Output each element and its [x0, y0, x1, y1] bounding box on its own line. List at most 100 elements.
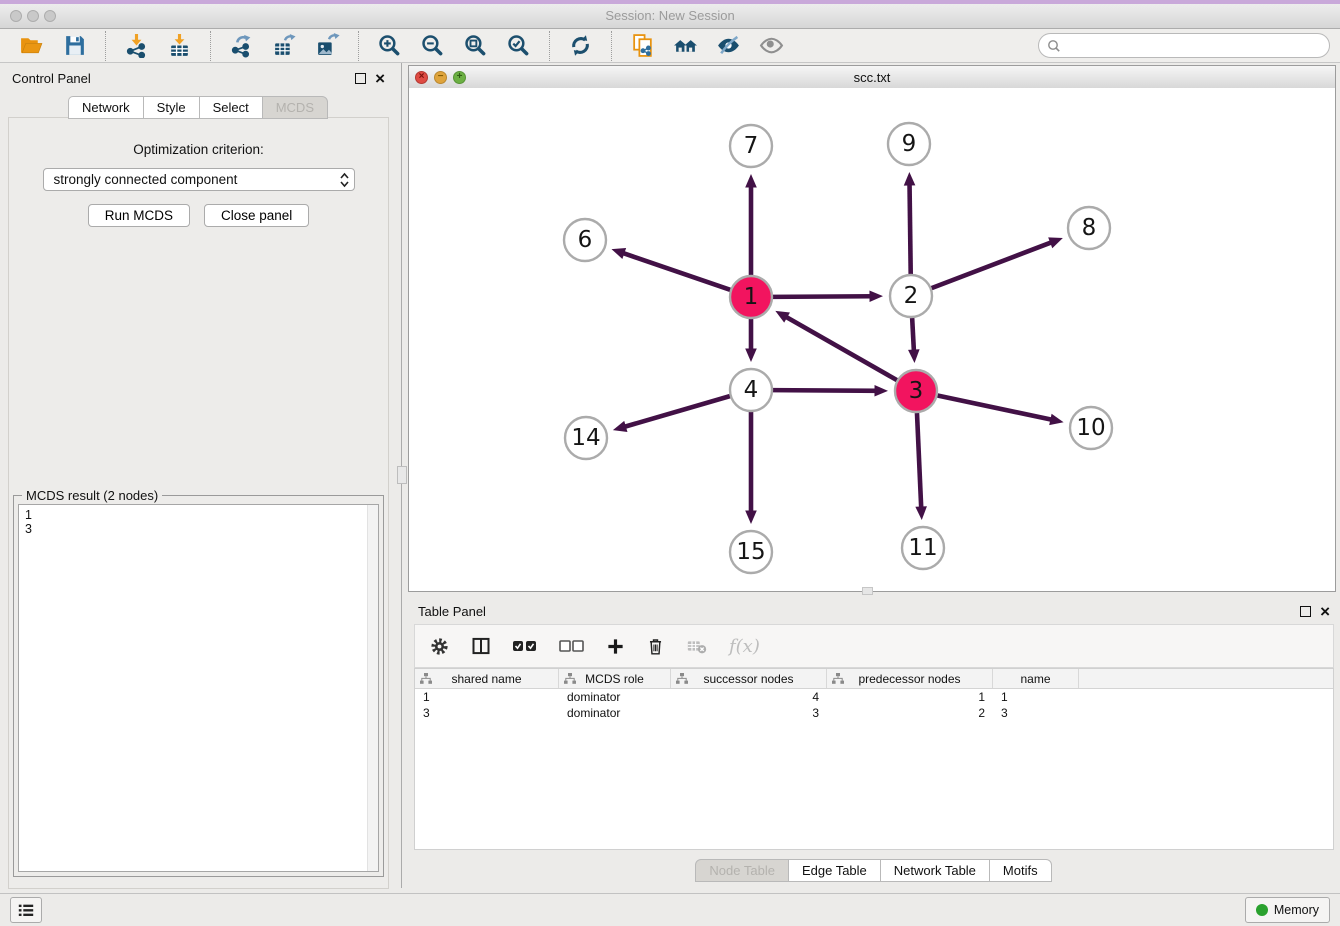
- edge-arrowhead: [915, 506, 927, 520]
- first-neighbors-icon[interactable]: [671, 31, 700, 60]
- cell-name[interactable]: 3: [993, 706, 1079, 720]
- cell-MCDS-role[interactable]: dominator: [559, 690, 671, 704]
- column-header-predecessor-nodes[interactable]: predecessor nodes: [827, 669, 993, 688]
- close-panel-icon[interactable]: ×: [375, 70, 385, 87]
- cell-successor-nodes[interactable]: 3: [671, 706, 827, 720]
- list-icon: [17, 903, 35, 918]
- table-panel-title: Table Panel: [418, 604, 486, 619]
- run-mcds-button[interactable]: Run MCDS: [88, 204, 190, 227]
- export-image-icon[interactable]: [313, 31, 342, 60]
- graph-node-label-2: 2: [904, 283, 919, 309]
- cell-shared-name[interactable]: 1: [415, 690, 559, 704]
- import-table-icon[interactable]: [165, 31, 194, 60]
- network-splitter-grip[interactable]: [862, 587, 873, 595]
- criterion-selected-value: strongly connected component: [54, 172, 238, 187]
- column-type-icon: [420, 673, 432, 685]
- delete-row-icon[interactable]: [646, 637, 665, 656]
- delete-table-icon[interactable]: [686, 635, 708, 657]
- column-header-name[interactable]: name: [993, 669, 1079, 688]
- cell-name[interactable]: 1: [993, 690, 1079, 704]
- zoom-in-icon[interactable]: [375, 31, 404, 60]
- zoom-out-icon[interactable]: [418, 31, 447, 60]
- cell-MCDS-role[interactable]: dominator: [559, 706, 671, 720]
- float-panel-icon[interactable]: [355, 73, 366, 84]
- deselect-all-checkboxes-icon[interactable]: [559, 638, 585, 654]
- search-box[interactable]: [1038, 33, 1330, 58]
- close-table-panel-icon[interactable]: ×: [1320, 603, 1330, 620]
- edge-2-to-3[interactable]: [912, 318, 914, 353]
- cell-predecessor-nodes[interactable]: 2: [827, 706, 993, 720]
- result-scrollbar[interactable]: [367, 505, 378, 871]
- cell-shared-name[interactable]: 3: [415, 706, 559, 720]
- criterion-select[interactable]: strongly connected component: [43, 168, 355, 191]
- add-row-icon[interactable]: [606, 637, 625, 656]
- graph-node-label-15: 15: [736, 539, 765, 565]
- table-panel: Table Panel ×: [408, 596, 1340, 888]
- refresh-icon[interactable]: [566, 31, 595, 60]
- export-network-icon[interactable]: [227, 31, 256, 60]
- settings-icon[interactable]: [429, 636, 450, 657]
- close-panel-button[interactable]: Close panel: [204, 204, 309, 227]
- tab-mcds[interactable]: MCDS: [262, 96, 328, 119]
- graph-node-label-9: 9: [902, 131, 917, 157]
- column-header-shared-name[interactable]: shared name: [415, 669, 559, 688]
- memory-button[interactable]: Memory: [1245, 897, 1330, 923]
- edge-4-to-14[interactable]: [622, 396, 729, 427]
- tab-network-table[interactable]: Network Table: [880, 859, 990, 882]
- clone-network-icon[interactable]: [628, 31, 657, 60]
- table-row[interactable]: 3dominator323: [415, 705, 1333, 721]
- tab-motifs[interactable]: Motifs: [989, 859, 1052, 882]
- zoom-fit-icon[interactable]: [461, 31, 490, 60]
- column-header-MCDS-role[interactable]: MCDS role: [559, 669, 671, 688]
- graph-node-label-6: 6: [578, 227, 593, 253]
- zoom-selected-icon[interactable]: [504, 31, 533, 60]
- mcds-panel: Optimization criterion: strongly connect…: [8, 117, 389, 889]
- tab-edge-table[interactable]: Edge Table: [788, 859, 881, 882]
- table-panel-header: Table Panel ×: [408, 596, 1340, 626]
- tab-node-table[interactable]: Node Table: [695, 859, 789, 882]
- edge-3-to-1[interactable]: [784, 316, 897, 380]
- edge-3-to-11[interactable]: [917, 413, 921, 510]
- show-all-icon[interactable]: [757, 31, 786, 60]
- import-network-icon[interactable]: [122, 31, 151, 60]
- column-header-successor-nodes[interactable]: successor nodes: [671, 669, 827, 688]
- search-input[interactable]: [1066, 37, 1321, 54]
- task-history-button[interactable]: [10, 897, 42, 923]
- columns-icon[interactable]: [471, 636, 491, 656]
- float-table-panel-icon[interactable]: [1300, 606, 1311, 617]
- app-titlebar: Session: New Session: [0, 4, 1340, 29]
- panel-splitter-grip[interactable]: [397, 466, 407, 484]
- network-window-titlebar[interactable]: × − + scc.txt: [409, 66, 1335, 89]
- table-row[interactable]: 1dominator411: [415, 689, 1333, 705]
- table-body: 1dominator4113dominator323: [415, 689, 1333, 721]
- network-graph[interactable]: 7968124314101511: [409, 88, 1335, 591]
- edge-1-to-2[interactable]: [773, 296, 873, 297]
- tab-style[interactable]: Style: [143, 96, 200, 119]
- hide-selected-icon[interactable]: [714, 31, 743, 60]
- application-window: Session: New Session: [0, 0, 1340, 926]
- table-toolbar: f(x): [414, 624, 1334, 668]
- open-session-icon[interactable]: [17, 31, 46, 60]
- edge-arrowhead: [1049, 414, 1063, 425]
- edge-arrowhead: [908, 349, 920, 363]
- edge-3-to-10[interactable]: [938, 396, 1054, 421]
- export-table-icon[interactable]: [270, 31, 299, 60]
- control-panel-tabs: NetworkStyleSelectMCDS: [0, 96, 397, 119]
- tab-network[interactable]: Network: [68, 96, 144, 119]
- save-session-icon[interactable]: [60, 31, 89, 60]
- control-panel-header: Control Panel ×: [0, 63, 397, 93]
- select-all-checkboxes-icon[interactable]: [512, 638, 538, 654]
- edge-1-to-6[interactable]: [621, 252, 730, 290]
- edge-4-to-3[interactable]: [773, 390, 878, 391]
- cell-predecessor-nodes[interactable]: 1: [827, 690, 993, 704]
- cell-successor-nodes[interactable]: 4: [671, 690, 827, 704]
- tab-select[interactable]: Select: [199, 96, 263, 119]
- network-canvas[interactable]: 7968124314101511: [409, 88, 1335, 591]
- edge-2-to-9[interactable]: [910, 182, 911, 274]
- graph-node-label-4: 4: [744, 377, 759, 403]
- mcds-result-text[interactable]: 1 3: [18, 504, 379, 872]
- edge-2-to-8[interactable]: [932, 242, 1054, 289]
- function-builder-icon[interactable]: f(x): [729, 636, 760, 657]
- graph-node-label-7: 7: [744, 133, 759, 159]
- optimization-criterion-label: Optimization criterion:: [9, 142, 388, 157]
